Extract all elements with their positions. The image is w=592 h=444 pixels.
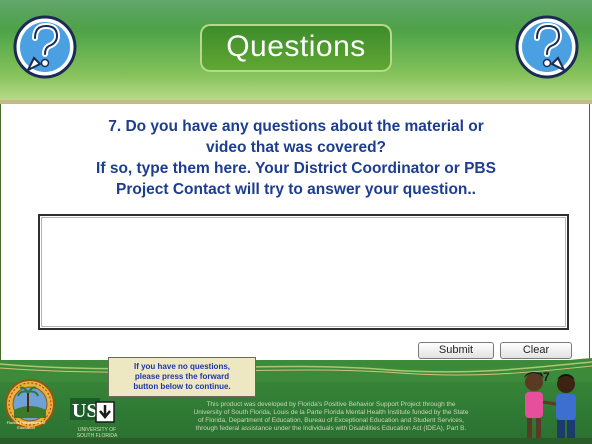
question-line-4: Project Contact will try to answer your … [115, 181, 476, 198]
disclaimer-text: This product was developed by Florida's … [146, 401, 516, 433]
question-line-1: 7. Do you have any questions about the m… [108, 118, 484, 135]
disclaimer-line-4: through federal assistance under the Ind… [195, 425, 467, 432]
question-line-2: video that was covered? [205, 139, 387, 156]
children-illustration-icon [524, 372, 576, 442]
title-box: Questions [200, 24, 392, 72]
question-prompt: 7. Do you have any questions about the m… [20, 116, 572, 200]
notice-line-1: If you have no questions, [133, 362, 230, 371]
seal-caption: Florida Department of Education [6, 420, 46, 430]
header-divider [0, 100, 592, 104]
notice-line-2: please press the forward [134, 372, 230, 381]
notice-line-3: button below to continue. [133, 382, 231, 391]
bottom-stripe [0, 438, 592, 444]
answer-textarea[interactable] [38, 214, 569, 330]
question-bubble-icon [13, 15, 77, 79]
footer-wave [0, 358, 592, 382]
question-bubble-icon [515, 15, 579, 79]
disclaimer-line-2: University of South Florida, Louis de la… [193, 409, 469, 416]
disclaimer-line-3: of Florida, Department of Education, Bur… [198, 417, 464, 424]
question-line-3: If so, type them here. Your District Coo… [96, 160, 496, 177]
disclaimer-line-1: This product was developed by Florida's … [206, 401, 456, 408]
page-title: Questions [226, 30, 366, 63]
no-questions-notice: If you have no questions, please press t… [108, 357, 256, 397]
